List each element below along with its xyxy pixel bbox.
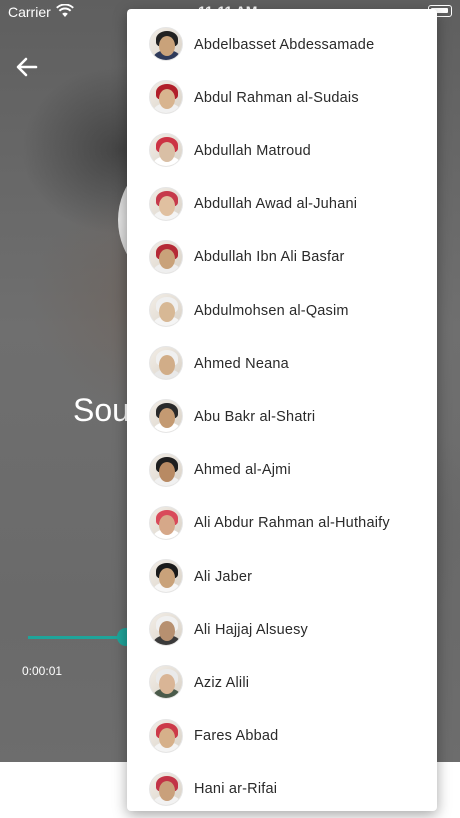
reciter-item[interactable]: Ali Hajjaj Alsuesy — [127, 603, 437, 656]
wifi-icon — [56, 4, 74, 17]
reciter-item[interactable]: Abu Bakr al-Shatri — [127, 390, 437, 443]
track-title: Sou — [73, 392, 130, 428]
reciter-avatar — [149, 718, 183, 753]
reciter-item[interactable]: Abdelbasset Abdessamade — [127, 18, 437, 71]
reciter-item[interactable]: Ahmed Neana — [127, 337, 437, 390]
reciter-name: Ali Hajjaj Alsuesy — [194, 621, 309, 638]
reciter-item[interactable]: Abdullah Awad al-Juhani — [127, 178, 437, 231]
reciter-avatar — [149, 293, 183, 327]
reciter-avatar — [149, 239, 183, 274]
reciter-item[interactable]: Abdulmohsen al-Qasim — [127, 284, 437, 337]
reciter-item[interactable]: Abdul Rahman al-Sudais — [127, 71, 437, 124]
reciter-item[interactable]: Ali Abdur Rahman al-Huthaify — [127, 497, 437, 550]
reciter-avatar — [149, 771, 183, 806]
reciter-item[interactable]: Abdullah Matroud — [127, 124, 437, 177]
reciter-item[interactable]: Ali Jaber — [127, 550, 437, 603]
reciter-name: Abdulmohsen al-Qasim — [194, 302, 349, 319]
reciter-name: Abu Bakr al-Shatri — [194, 408, 316, 425]
reciter-name: Abdullah Ibn Ali Basfar — [194, 249, 345, 266]
reciter-name: Ali Jaber — [194, 568, 253, 585]
reciter-item[interactable]: Aziz Alili — [127, 656, 437, 709]
reciter-name: Ahmed al-Ajmi — [194, 462, 291, 479]
reciter-name: Abdelbasset Abdessamade — [194, 36, 375, 53]
reciter-name: Hani ar-Rifai — [194, 781, 278, 798]
reciter-avatar — [149, 505, 183, 540]
reciter-name: Ahmed Neana — [194, 355, 289, 372]
reciter-avatar — [149, 612, 183, 647]
reciter-name: Fares Abbad — [194, 728, 279, 745]
carrier-label: Carrier — [8, 4, 51, 20]
reciter-avatar — [149, 80, 183, 115]
reciter-name: Abdullah Matroud — [194, 142, 311, 159]
reciter-item[interactable]: Hani ar-Rifai — [127, 763, 437, 811]
reciter-avatar — [149, 665, 183, 700]
elapsed-time: 0:00:01 — [22, 664, 63, 678]
reciter-name: Abdullah Awad al-Juhani — [194, 196, 358, 213]
reciter-name: Ali Abdur Rahman al-Huthaify — [194, 515, 390, 532]
reciter-item[interactable]: Abdullah Ibn Ali Basfar — [127, 231, 437, 284]
reciter-avatar — [149, 133, 183, 168]
reciter-avatar — [149, 399, 183, 434]
reciter-dropdown[interactable]: Abdelbasset Abdessamade Abdul Rahman al-S… — [127, 9, 437, 811]
reciter-avatar — [149, 27, 183, 61]
progress-track[interactable] — [28, 636, 128, 639]
reciter-avatar — [149, 452, 183, 487]
reciter-name: Aziz Alili — [194, 674, 250, 691]
reciter-avatar — [149, 559, 183, 593]
reciter-avatar — [149, 346, 183, 381]
reciter-item[interactable]: Fares Abbad — [127, 710, 437, 763]
reciter-avatar — [149, 186, 183, 221]
reciter-item[interactable]: Ahmed al-Ajmi — [127, 444, 437, 497]
back-arrow-icon[interactable] — [14, 54, 40, 80]
reciter-name: Abdul Rahman al-Sudais — [194, 89, 359, 106]
